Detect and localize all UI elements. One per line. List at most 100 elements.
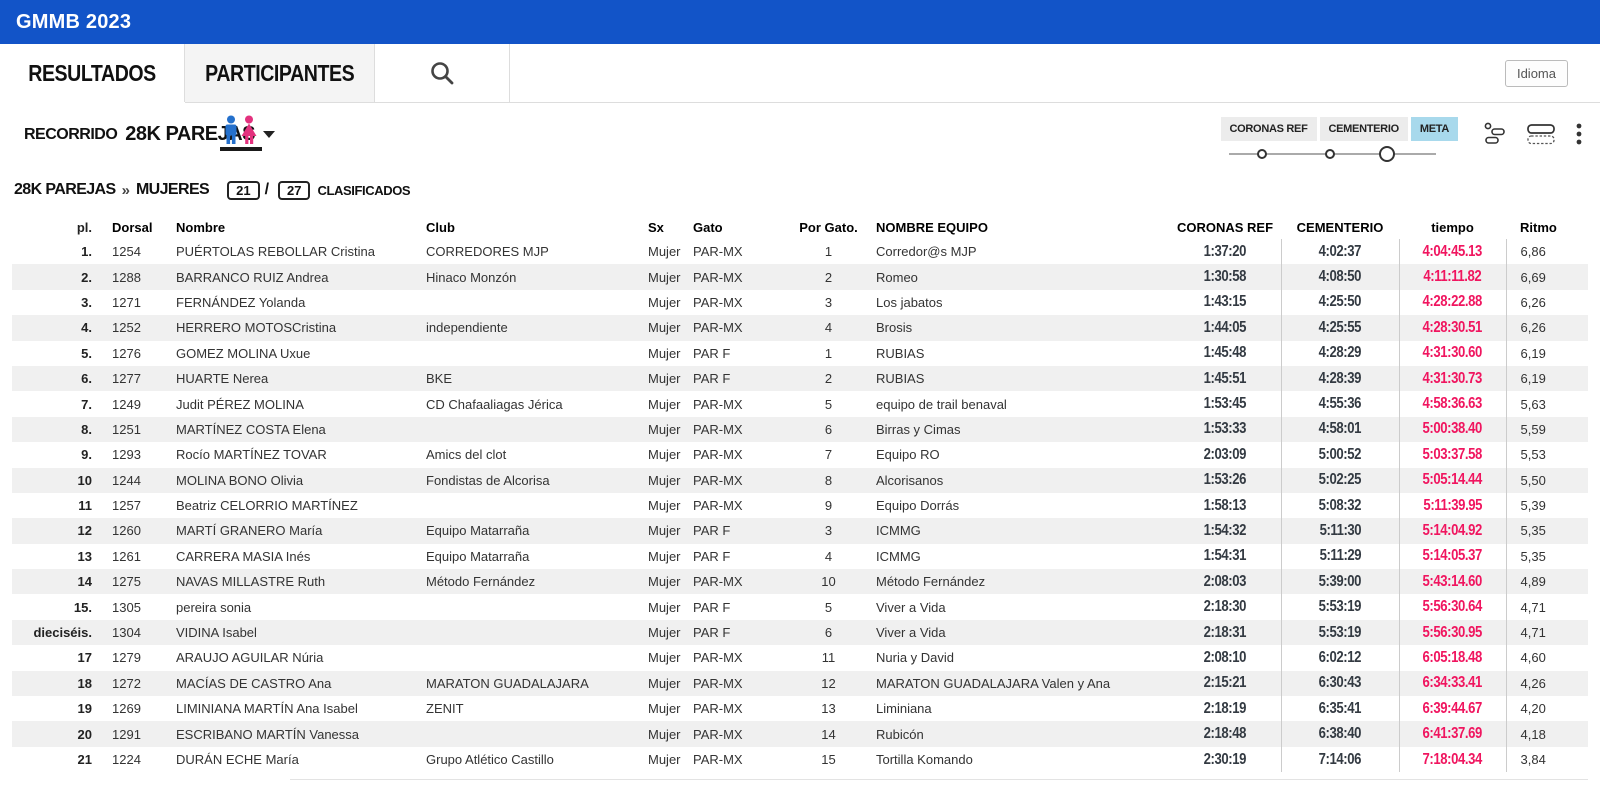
cell-sx: Mujer xyxy=(648,747,693,772)
more-options-button[interactable] xyxy=(1576,122,1582,146)
cell-dorsal: 1305 xyxy=(98,594,174,619)
cell-ritmo: 5,59 xyxy=(1506,417,1588,442)
cell-nombre: GOMEZ MOLINA Uxue xyxy=(174,341,426,366)
cell-cementerio: 5:11:30 xyxy=(1281,518,1399,543)
cell-club xyxy=(426,493,648,518)
header-nombre[interactable]: Nombre xyxy=(174,215,426,239)
cell-gato: PAR-MX xyxy=(693,264,781,289)
cell-cementerio: 5:53:19 xyxy=(1281,620,1399,645)
header-tiempo[interactable]: tiempo xyxy=(1399,215,1506,239)
table-row[interactable]: 15. 1305 pereira sonia Mujer PAR F 5 Viv… xyxy=(12,594,1588,619)
cell-club: MARATON GUADALAJARA xyxy=(426,671,648,696)
slider-dot-cementerio[interactable] xyxy=(1325,149,1335,159)
cell-cementerio: 4:28:39 xyxy=(1281,366,1399,391)
tab-participantes[interactable]: PARTICIPANTES xyxy=(185,44,375,102)
slider-dot-coronas-ref[interactable] xyxy=(1257,149,1267,159)
cell-cementerio: 6:35:41 xyxy=(1281,696,1399,721)
header-coronas-ref[interactable]: CORONAS REF xyxy=(1169,215,1281,239)
cell-tiempo: 4:28:30.51 xyxy=(1399,315,1506,340)
cell-sx: Mujer xyxy=(648,493,693,518)
search-button[interactable] xyxy=(375,44,510,102)
cell-por-gato: 13 xyxy=(781,696,876,721)
cell-ritmo: 5,39 xyxy=(1506,493,1588,518)
table-row[interactable]: 5. 1276 GOMEZ MOLINA Uxue Mujer PAR F 1 … xyxy=(12,341,1588,366)
cell-club: Hinaco Monzón xyxy=(426,264,648,289)
cell-cementerio: 5:02:25 xyxy=(1281,468,1399,493)
table-row[interactable]: 1. 1254 PUÉRTOLAS REBOLLAR Cristina CORR… xyxy=(12,239,1588,264)
results-table: pl. Dorsal Nombre Club Sx Gato Por Gato.… xyxy=(12,215,1588,772)
cell-pl: 7. xyxy=(12,391,98,416)
checkpoint-coronas-ref-button[interactable]: CORONAS REF xyxy=(1221,117,1317,141)
header-por-gato[interactable]: Por Gato. xyxy=(781,215,876,239)
table-row[interactable]: dieciséis. 1304 VIDINA Isabel Mujer PAR … xyxy=(12,620,1588,645)
cell-gato: PAR-MX xyxy=(693,493,781,518)
table-row[interactable]: 4. 1252 HERRERO MOTOSCristina independie… xyxy=(12,315,1588,340)
cell-pl: 13 xyxy=(12,544,98,569)
rows-toggle-button[interactable] xyxy=(1526,122,1556,146)
header-pl[interactable]: pl. xyxy=(12,215,98,239)
table-row[interactable]: 18 1272 MACÍAS DE CASTRO Ana MARATON GUA… xyxy=(12,671,1588,696)
table-row[interactable]: 12 1260 MARTÍ GRANERO María Equipo Matar… xyxy=(12,518,1588,543)
cell-gato: PAR-MX xyxy=(693,645,781,670)
cell-nombre-equipo: ICMMG xyxy=(876,544,1169,569)
breadcrumb: 28K PAREJAS » MUJERES 21 / 27 CLASIFICAD… xyxy=(12,177,1588,203)
cell-nombre-equipo: Romeo xyxy=(876,264,1169,289)
cell-por-gato: 2 xyxy=(781,366,876,391)
table-row[interactable]: 10 1244 MOLINA BONO Olivia Fondistas de … xyxy=(12,468,1588,493)
header-dorsal[interactable]: Dorsal xyxy=(98,215,174,239)
cell-coronas-ref: 1:58:13 xyxy=(1169,493,1281,518)
table-row[interactable]: 2. 1288 BARRANCO RUIZ Andrea Hinaco Monz… xyxy=(12,264,1588,289)
gender-filter-women[interactable] xyxy=(220,115,262,151)
checkpoint-buttons: CORONAS REF CEMENTERIO META xyxy=(1221,117,1458,141)
table-row[interactable]: 13 1261 CARRERA MASIA Inés Equipo Matarr… xyxy=(12,544,1588,569)
cell-cementerio: 4:08:50 xyxy=(1281,264,1399,289)
header-ritmo[interactable]: Ritmo xyxy=(1506,215,1588,239)
cell-gato: PAR F xyxy=(693,518,781,543)
table-row[interactable]: 11 1257 Beatriz CELORRIO MARTÍNEZ Mujer … xyxy=(12,493,1588,518)
table-row[interactable]: 17 1279 ARAUJO AGUILAR Núria Mujer PAR-M… xyxy=(12,645,1588,670)
cell-nombre: ESCRIBANO MARTÍN Vanessa xyxy=(174,721,426,746)
table-row[interactable]: 19 1269 LIMINIANA MARTÍN Ana Isabel ZENI… xyxy=(12,696,1588,721)
checkpoint-cementerio-button[interactable]: CEMENTERIO xyxy=(1320,117,1408,141)
table-row[interactable]: 14 1275 NAVAS MILLASTRE Ruth Método Fern… xyxy=(12,569,1588,594)
tab-resultados[interactable]: RESULTADOS xyxy=(0,44,185,102)
table-row[interactable]: 20 1291 ESCRIBANO MARTÍN Vanessa Mujer P… xyxy=(12,721,1588,746)
cell-gato: PAR-MX xyxy=(693,671,781,696)
table-row[interactable]: 3. 1271 FERNÁNDEZ Yolanda Mujer PAR-MX 3… xyxy=(12,290,1588,315)
cell-nombre: ARAUJO AGUILAR Núria xyxy=(174,645,426,670)
header-club[interactable]: Club xyxy=(426,215,648,239)
cell-dorsal: 1275 xyxy=(98,569,174,594)
language-button[interactable]: Idioma xyxy=(1505,60,1568,87)
cell-coronas-ref: 2:18:19 xyxy=(1169,696,1281,721)
rows-toggle-icon xyxy=(1526,122,1556,146)
cell-por-gato: 8 xyxy=(781,468,876,493)
header-cementerio[interactable]: CEMENTERIO xyxy=(1281,215,1399,239)
cell-gato: PAR-MX xyxy=(693,391,781,416)
cell-coronas-ref: 2:18:48 xyxy=(1169,721,1281,746)
cell-dorsal: 1254 xyxy=(98,239,174,264)
cell-pl: 1. xyxy=(12,239,98,264)
cell-nombre: MACÍAS DE CASTRO Ana xyxy=(174,671,426,696)
header-sx[interactable]: Sx xyxy=(648,215,693,239)
grouping-button[interactable] xyxy=(1484,122,1506,146)
cell-nombre-equipo: Equipo RO xyxy=(876,442,1169,467)
cell-coronas-ref: 2:30:19 xyxy=(1169,747,1281,772)
cell-club: Método Fernández xyxy=(426,569,648,594)
more-options-icon xyxy=(1576,122,1582,146)
checkpoint-meta-button[interactable]: META xyxy=(1411,117,1458,141)
table-row[interactable]: 9. 1293 Rocío MARTÍNEZ TOVAR Amics del c… xyxy=(12,442,1588,467)
header-gato[interactable]: Gato xyxy=(693,215,781,239)
table-row[interactable]: 21 1224 DURÁN ECHE María Grupo Atlético … xyxy=(12,747,1588,772)
table-row[interactable]: 7. 1249 Judit PÉREZ MOLINA CD Chafaaliag… xyxy=(12,391,1588,416)
header-nombre-equipo[interactable]: NOMBRE EQUIPO xyxy=(876,215,1169,239)
cell-por-gato: 10 xyxy=(781,569,876,594)
checkpoint-slider[interactable] xyxy=(1221,143,1458,167)
classified-label: CLASIFICADOS xyxy=(317,183,410,198)
cell-pl: 3. xyxy=(12,290,98,315)
slider-dot-meta[interactable] xyxy=(1379,146,1395,162)
table-row[interactable]: 8. 1251 MARTÍNEZ COSTA Elena Mujer PAR-M… xyxy=(12,417,1588,442)
table-row[interactable]: 6. 1277 HUARTE Nerea BKE Mujer PAR F 2 R… xyxy=(12,366,1588,391)
cell-pl: 4. xyxy=(12,315,98,340)
cell-por-gato: 11 xyxy=(781,645,876,670)
total-count: 27 xyxy=(278,181,310,200)
